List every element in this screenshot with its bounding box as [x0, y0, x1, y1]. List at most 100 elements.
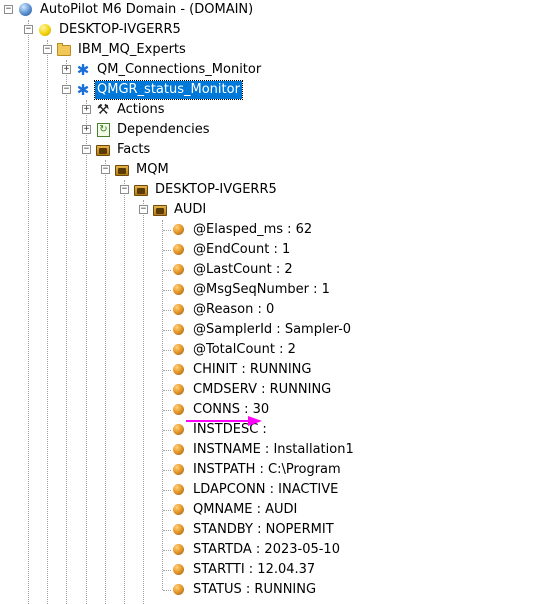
collapse-toggle[interactable]: − — [24, 25, 33, 34]
fact-ball-icon — [171, 582, 187, 598]
tree-guide-line — [163, 510, 171, 511]
collapse-toggle[interactable]: − — [4, 5, 13, 14]
facts-folder-icon — [95, 142, 111, 158]
collapse-toggle[interactable]: − — [120, 185, 129, 194]
fact-item[interactable]: INSTPATH : C:\Program — [171, 460, 343, 480]
tree-guide-line — [163, 530, 171, 531]
monitor-icon: ✱ — [76, 81, 90, 99]
tree-guide-line — [124, 180, 125, 604]
tree-node-facts[interactable]: Facts — [95, 140, 152, 160]
tree-node-domain[interactable]: AutoPilot M6 Domain - (DOMAIN) — [18, 0, 255, 20]
fact-label: LDAPCONN : INACTIVE — [193, 482, 339, 497]
fact-label: STANDBY : NOPERMIT — [193, 522, 334, 537]
tree-node-label: IBM_MQ_Experts — [78, 42, 186, 57]
tree-node-mqm[interactable]: MQM — [114, 160, 171, 180]
tree-guide-line — [143, 200, 144, 604]
monitor-icon: ✱ — [76, 61, 90, 79]
tree-node-label: MQM — [136, 162, 169, 177]
fact-item[interactable]: @LastCount : 2 — [171, 260, 295, 280]
fact-label: @TotalCount : 2 — [193, 342, 296, 357]
tree-guide-line — [163, 370, 171, 371]
tree-node-label: QMGR_status_Monitor — [94, 80, 243, 100]
fact-item[interactable]: @Elasped_ms : 62 — [171, 220, 314, 240]
fact-ball-icon — [171, 342, 187, 358]
fact-item[interactable]: STARTTI : 12.04.37 — [171, 560, 317, 580]
tree-guide-line — [163, 590, 171, 591]
fact-label: STATUS : RUNNING — [193, 582, 317, 597]
collapse-toggle[interactable]: − — [62, 85, 71, 94]
tree-node-actions[interactable]: ⚒ Actions — [95, 100, 167, 120]
facts-folder-icon — [114, 162, 130, 178]
fact-item[interactable]: @MsgSeqNumber : 1 — [171, 280, 332, 300]
fact-item[interactable]: STANDBY : NOPERMIT — [171, 520, 336, 540]
fact-ball-icon — [171, 282, 187, 298]
tree-guide-line — [163, 230, 171, 231]
tree-node-label: Facts — [117, 142, 151, 157]
tree-node-label: Actions — [117, 102, 165, 117]
fact-label: STARTDA : 2023-05-10 — [193, 542, 340, 557]
expand-toggle[interactable]: + — [82, 105, 91, 114]
fact-label: @Elasped_ms : 62 — [193, 222, 313, 237]
fact-ball-icon — [171, 322, 187, 338]
fact-item[interactable]: CMDSERV : RUNNING — [171, 380, 333, 400]
fact-label: @EndCount : 1 — [193, 242, 291, 257]
fact-label: INSTPATH : C:\Program — [193, 462, 341, 477]
fact-ball-icon — [171, 462, 187, 478]
fact-item[interactable]: LDAPCONN : INACTIVE — [171, 480, 340, 500]
fact-item[interactable]: STARTDA : 2023-05-10 — [171, 540, 342, 560]
tree-node-label: DESKTOP-IVGERR5 — [155, 182, 277, 197]
collapse-toggle[interactable]: − — [101, 165, 110, 174]
dependencies-icon: ↻ — [95, 122, 111, 138]
fact-label: @MsgSeqNumber : 1 — [193, 282, 330, 297]
facts-folder-icon — [133, 182, 149, 198]
fact-label: QMNAME : AUDI — [193, 502, 298, 517]
fact-item[interactable]: @SamplerId : Sampler-0 — [171, 320, 353, 340]
fact-label: @SamplerId : Sampler-0 — [193, 322, 352, 337]
fact-ball-icon — [171, 522, 187, 538]
folder-icon — [56, 42, 72, 58]
tree-guide-line — [163, 390, 171, 391]
tree-guide-line — [163, 490, 171, 491]
tree-node-label: AUDI — [174, 202, 207, 217]
tree-node-label: QM_Connections_Monitor — [97, 62, 262, 77]
globe-icon — [18, 2, 34, 18]
tree-guide-line — [163, 570, 171, 571]
fact-ball-icon — [171, 442, 187, 458]
fact-item[interactable]: @Reason : 0 — [171, 300, 276, 320]
fact-item[interactable]: INSTNAME : Installation1 — [171, 440, 356, 460]
fact-item[interactable]: @TotalCount : 2 — [171, 340, 298, 360]
collapse-toggle[interactable]: − — [43, 45, 52, 54]
tree-guide-line — [66, 60, 67, 604]
domain-tree-view[interactable]: AutoPilot M6 Domain - (DOMAIN) − DESKTOP… — [0, 0, 559, 604]
collapse-toggle[interactable]: − — [82, 145, 91, 154]
fact-ball-icon — [171, 502, 187, 518]
tree-guide-line — [163, 430, 171, 431]
tree-node-host[interactable]: DESKTOP-IVGERR5 — [37, 20, 183, 40]
tree-guide-line — [163, 330, 171, 331]
tree-node-monitor-selected[interactable]: ✱ QMGR_status_Monitor — [75, 80, 243, 100]
fact-ball-icon — [171, 302, 187, 318]
fact-ball-icon — [171, 542, 187, 558]
tree-node-audi[interactable]: AUDI — [152, 200, 208, 220]
collapse-toggle[interactable]: − — [139, 205, 148, 214]
expand-toggle[interactable]: + — [62, 65, 71, 74]
fact-item[interactable]: STATUS : RUNNING — [171, 580, 318, 600]
tree-node-monitor[interactable]: ✱ QM_Connections_Monitor — [75, 60, 263, 80]
tree-guide-line — [47, 40, 48, 604]
tree-node-group[interactable]: IBM_MQ_Experts — [56, 40, 188, 60]
fact-label: CHINIT : RUNNING — [193, 362, 312, 377]
fact-item[interactable]: @EndCount : 1 — [171, 240, 292, 260]
tree-guide-line — [163, 250, 171, 251]
fact-label: @LastCount : 2 — [193, 262, 293, 277]
fact-label: STARTTI : 12.04.37 — [193, 562, 316, 577]
tree-node-dependencies[interactable]: ↻ Dependencies — [95, 120, 212, 140]
facts-folder-icon — [152, 202, 168, 218]
tree-node-desktop[interactable]: DESKTOP-IVGERR5 — [133, 180, 279, 200]
fact-item[interactable]: QMNAME : AUDI — [171, 500, 299, 520]
tree-node-label: Dependencies — [117, 122, 210, 137]
fact-ball-icon — [171, 242, 187, 258]
fact-item[interactable]: CHINIT : RUNNING — [171, 360, 313, 380]
fact-label: @Reason : 0 — [193, 302, 275, 317]
expand-toggle[interactable]: + — [82, 125, 91, 134]
fact-ball-icon — [171, 382, 187, 398]
